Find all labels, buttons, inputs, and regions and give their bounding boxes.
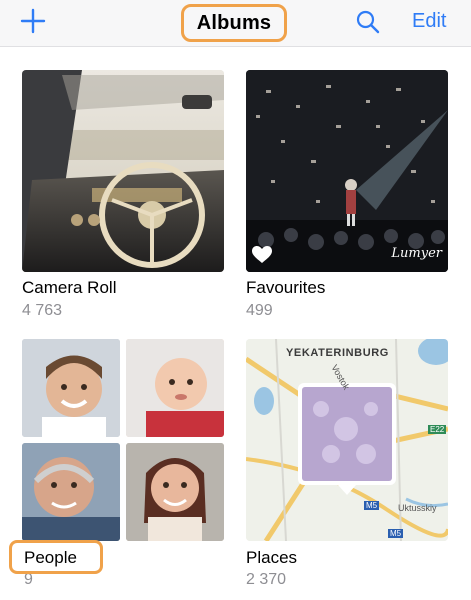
page-title: Albums [196, 11, 272, 34]
edit-button[interactable]: Edit [412, 10, 446, 33]
album-name-camera-roll: Camera Roll [22, 278, 117, 297]
album-places[interactable]: YEKATERINBURG Vostok E22 M5 Uktusskiy M5… [246, 339, 448, 594]
album-name-favourites: Favourites [246, 278, 326, 297]
favourites-thumbnail[interactable]: Lumyer [246, 70, 448, 272]
places-thumbnail[interactable]: YEKATERINBURG Vostok E22 M5 Uktusskiy M5 [246, 339, 448, 541]
plus-icon[interactable] [18, 6, 48, 36]
map-city-label: YEKATERINBURG [286, 347, 389, 359]
album-count-camera-roll: 4 763 [22, 302, 63, 319]
map-road-m5-top: M5 [364, 501, 380, 510]
map-place-uktusskiy: Uktusskiy [398, 503, 437, 513]
search-icon[interactable] [355, 9, 381, 35]
camera-roll-thumbnail[interactable] [22, 70, 224, 272]
people-label-highlight [9, 540, 103, 574]
person-face-boy [22, 339, 120, 437]
person-face-baby [126, 339, 224, 437]
watermark-logo: Lumyer [391, 246, 442, 261]
album-favourites[interactable]: Lumyer Favourites 499 [246, 70, 448, 330]
heart-icon [252, 246, 272, 264]
people-thumbnail[interactable] [22, 339, 224, 541]
title-highlight: Albums [181, 4, 287, 42]
concert-image [246, 70, 448, 272]
navigation-bar: Albums Edit [0, 0, 471, 47]
album-camera-roll[interactable]: Camera Roll 4 763 [22, 70, 224, 330]
albums-screen: Albums Edit Camera Roll 4 763 Lumyer Fav… [0, 0, 471, 600]
car-interior-image [22, 70, 224, 272]
map-road-m5-bottom: M5 [388, 529, 404, 538]
person-face-man [22, 443, 120, 541]
album-name-places: Places [246, 548, 298, 567]
album-count-places: 2 370 [246, 571, 287, 588]
album-count-favourites: 499 [246, 302, 273, 319]
map-road-e22: E22 [428, 425, 447, 434]
person-face-woman [126, 443, 224, 541]
